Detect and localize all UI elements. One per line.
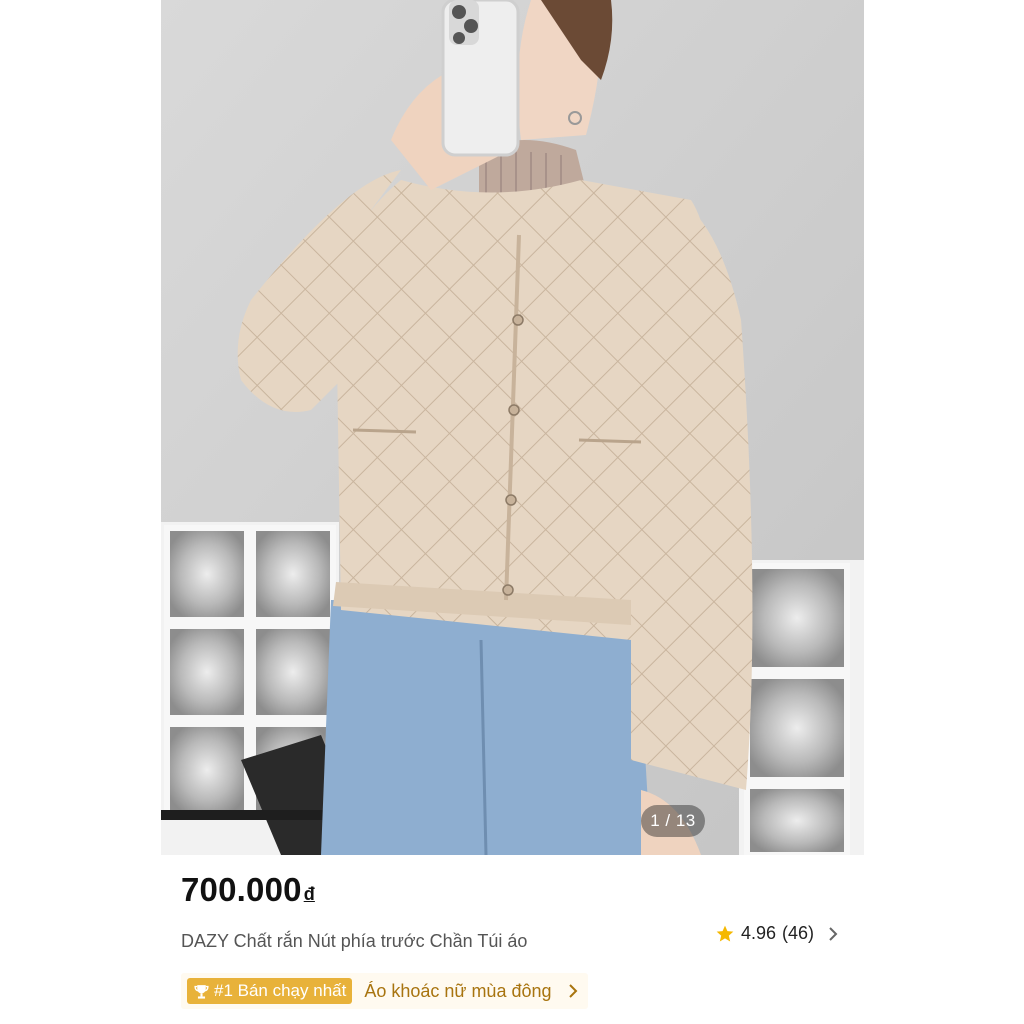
- rating-value: 4.96: [740, 923, 776, 943]
- trophy-icon: [194, 984, 209, 999]
- price-value: 700.000: [181, 871, 302, 908]
- product-price: 700.000 đ: [181, 871, 315, 909]
- product-photo: [161, 0, 864, 855]
- product-page: 1 / 13 700.000 đ DAZY Chất rắn Nút phía t…: [0, 0, 1024, 1024]
- star-icon: [716, 925, 734, 941]
- rating-summary[interactable]: 4.96 (46): [715, 923, 840, 944]
- price-currency: đ: [303, 884, 315, 904]
- review-count: (46): [781, 923, 814, 943]
- product-info: 700.000 đ DAZY Chất rắn Nút phía trước Ch…: [161, 855, 864, 1024]
- product-title: DAZY Chất rắn Nút phía trước Chần Túi áo: [181, 931, 528, 951]
- chevron-right-icon: [829, 926, 838, 941]
- bestseller-badge-label: #1 Bán chạy nhất: [214, 981, 347, 1000]
- glass-blocks-right: [739, 560, 864, 855]
- image-counter: 1 / 13: [641, 805, 705, 837]
- rank-category: Áo khoác nữ mùa đông: [364, 980, 552, 1001]
- chevron-right-icon: [568, 984, 577, 998]
- product-image[interactable]: 1 / 13: [161, 0, 864, 855]
- bestseller-rank-bar[interactable]: #1 Bán chạy nhất Áo khoác nữ mùa đông: [181, 973, 588, 1009]
- bestseller-badge: #1 Bán chạy nhất: [187, 978, 353, 1004]
